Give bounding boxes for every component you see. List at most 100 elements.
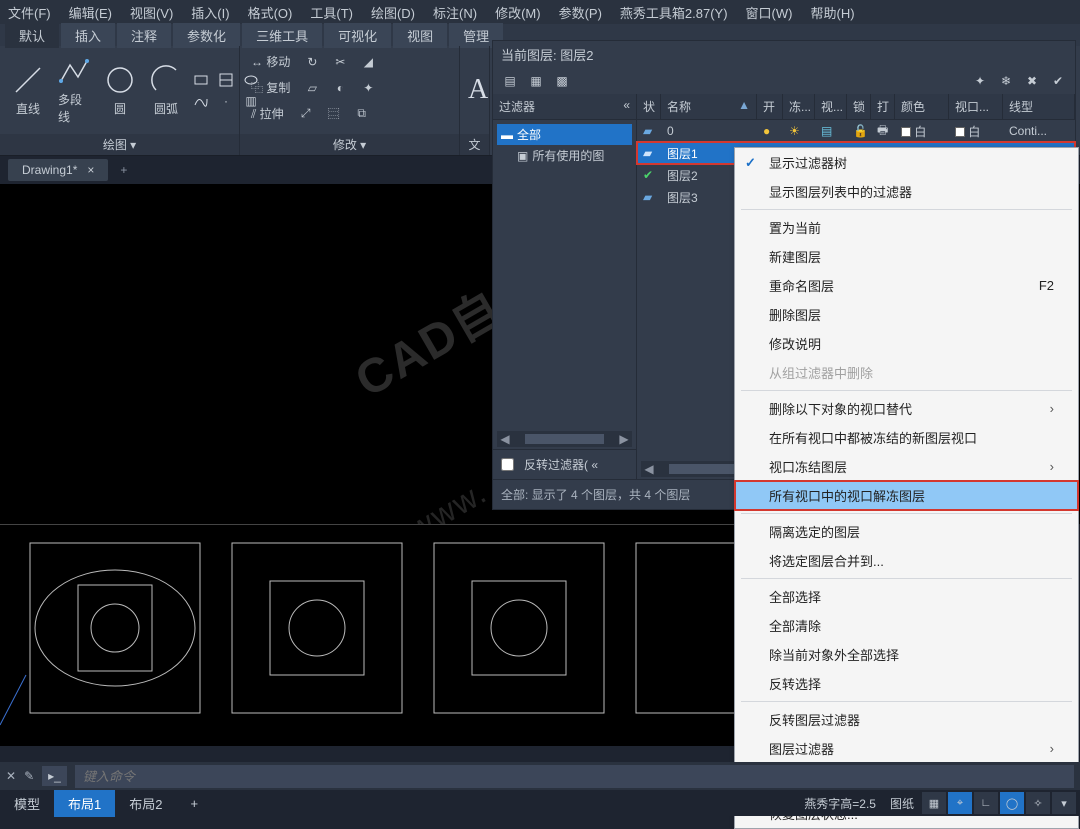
new-group-filter-icon[interactable]: ▦ bbox=[527, 72, 545, 90]
unlock-icon[interactable]: 🔓 bbox=[853, 124, 868, 138]
filter-hscroll[interactable]: ◀▶ bbox=[497, 431, 632, 447]
status-snap-icon[interactable]: ⌖ bbox=[948, 792, 972, 814]
layer-row-0[interactable]: ▰ 0 ● ☀ ▤ 🔓 🖶 白 白 Conti... bbox=[637, 120, 1075, 142]
mi-delete-layer[interactable]: 删除图层 bbox=[735, 300, 1078, 329]
ribbon-tab-visualize[interactable]: 可视化 bbox=[324, 23, 391, 48]
fillet-icon[interactable]: ◐ bbox=[331, 79, 349, 97]
tool-arc[interactable]: 圆弧 bbox=[146, 60, 186, 121]
tool-rectangle-icon[interactable] bbox=[192, 71, 210, 89]
filter-collapse-icon[interactable]: « bbox=[623, 98, 630, 115]
scale-icon[interactable]: ⤢ bbox=[297, 105, 315, 123]
plot-icon[interactable]: 🖶 bbox=[877, 123, 888, 137]
tool-spline-icon[interactable] bbox=[192, 92, 210, 110]
menu-parametric[interactable]: 参数(P) bbox=[559, 3, 602, 22]
panel-annotation-title[interactable]: 文 bbox=[460, 134, 489, 155]
col-freeze[interactable]: 冻... bbox=[783, 94, 815, 119]
ribbon-tab-view[interactable]: 视图 bbox=[393, 23, 447, 48]
mi-isolate[interactable]: 隔离选定的图层 bbox=[735, 517, 1078, 546]
tool-copy[interactable]: ⿻ 复制 bbox=[248, 76, 293, 99]
set-current-icon[interactable]: ✔ bbox=[1049, 72, 1067, 90]
paperspace-viewport[interactable] bbox=[0, 524, 740, 746]
vp-thaw-icon[interactable]: ▤ bbox=[821, 124, 832, 138]
filter-tree-all[interactable]: ▬ 全部 bbox=[497, 124, 632, 145]
array-icon[interactable]: ⿳ bbox=[325, 105, 343, 123]
mirror-icon[interactable]: ▱ bbox=[303, 79, 321, 97]
doc-tab-add[interactable]: + bbox=[114, 163, 133, 177]
new-layer-icon[interactable]: ✦ bbox=[971, 72, 989, 90]
color-swatch[interactable] bbox=[901, 127, 911, 137]
tab-layout1[interactable]: 布局1 bbox=[54, 790, 115, 817]
close-icon[interactable]: ✕ bbox=[6, 769, 16, 783]
status-osnap-icon[interactable]: ✧ bbox=[1026, 792, 1050, 814]
tool-circle[interactable]: 圆 bbox=[100, 60, 140, 121]
status-polar-icon[interactable]: ◯ bbox=[1000, 792, 1024, 814]
command-input[interactable] bbox=[75, 765, 1074, 788]
col-name[interactable]: 名称 ▲ bbox=[661, 94, 757, 119]
tool-line[interactable]: 直线 bbox=[8, 60, 48, 121]
rotate-icon[interactable]: ↻ bbox=[303, 53, 321, 71]
mi-merge[interactable]: 将选定图层合并到... bbox=[735, 546, 1078, 575]
doc-tab-drawing1[interactable]: Drawing1* × bbox=[8, 159, 108, 181]
col-vpcolor[interactable]: 视口... bbox=[949, 94, 1003, 119]
mi-vp-freeze[interactable]: 视口冻结图层› bbox=[735, 452, 1078, 481]
annotation-text-icon[interactable]: A bbox=[468, 74, 488, 106]
ribbon-tab-3d[interactable]: 三维工具 bbox=[242, 23, 322, 48]
tool-polyline[interactable]: 多段线 bbox=[54, 51, 94, 129]
status-dyn-icon[interactable]: ▾ bbox=[1052, 792, 1076, 814]
ribbon-tab-insert[interactable]: 插入 bbox=[61, 23, 115, 48]
menu-help[interactable]: 帮助(H) bbox=[810, 3, 854, 22]
panel-modify-title[interactable]: 修改 ▾ bbox=[240, 134, 459, 155]
mi-clear-all[interactable]: 全部清除 bbox=[735, 611, 1078, 640]
status-grid-icon[interactable]: ▦ bbox=[922, 792, 946, 814]
layer-states-icon[interactable]: ▩ bbox=[553, 72, 571, 90]
menu-format[interactable]: 格式(O) bbox=[248, 3, 293, 22]
trim-icon[interactable]: ✂ bbox=[331, 53, 349, 71]
menu-tools[interactable]: 工具(T) bbox=[310, 3, 353, 22]
mi-delete-vp-overrides[interactable]: 删除以下对象的视口替代› bbox=[735, 394, 1078, 423]
col-color[interactable]: 颜色 bbox=[895, 94, 949, 119]
ribbon-tab-parametric[interactable]: 参数化 bbox=[173, 23, 240, 48]
mi-layer-filters[interactable]: 图层过滤器› bbox=[735, 734, 1078, 763]
tool-point-icon[interactable]: · bbox=[217, 92, 235, 110]
mi-rename-layer[interactable]: 重命名图层F2 bbox=[735, 271, 1078, 300]
panel-draw-title[interactable]: 绘图 ▾ bbox=[0, 134, 239, 155]
mi-show-filter-tree[interactable]: 显示过滤器树 bbox=[735, 148, 1078, 177]
tool-stretch[interactable]: ⫽ 拉伸 bbox=[248, 102, 287, 125]
menu-edit[interactable]: 编辑(E) bbox=[69, 3, 112, 22]
col-linetype[interactable]: 线型 bbox=[1003, 94, 1075, 119]
tab-add[interactable]: + bbox=[176, 792, 212, 815]
new-filter-icon[interactable]: ▤ bbox=[501, 72, 519, 90]
col-vp[interactable]: 视... bbox=[815, 94, 847, 119]
ribbon-tab-annotate[interactable]: 注释 bbox=[117, 23, 171, 48]
tool-hatch-icon[interactable] bbox=[217, 71, 235, 89]
ribbon-tab-default[interactable]: 默认 bbox=[5, 23, 59, 48]
menu-modify[interactable]: 修改(M) bbox=[495, 3, 541, 22]
mi-new-frozen-vp[interactable]: 在所有视口中都被冻结的新图层视口 bbox=[735, 423, 1078, 452]
bulb-on-icon[interactable]: ● bbox=[763, 124, 770, 138]
invert-filter-checkbox[interactable] bbox=[501, 458, 514, 471]
status-ortho-icon[interactable]: ∟ bbox=[974, 792, 998, 814]
offset-icon[interactable]: ⧉ bbox=[353, 105, 371, 123]
sun-icon[interactable]: ☀ bbox=[789, 124, 800, 138]
freeze-layer-icon[interactable]: ❄ bbox=[997, 72, 1015, 90]
tool-move[interactable]: ↔ 移动 bbox=[248, 50, 293, 73]
col-on[interactable]: 开 bbox=[757, 94, 783, 119]
menu-draw[interactable]: 绘图(D) bbox=[371, 3, 415, 22]
filter-tree-used[interactable]: ▣ 所有使用的图 bbox=[497, 145, 632, 166]
menu-file[interactable]: 文件(F) bbox=[8, 3, 51, 22]
col-plot[interactable]: 打 bbox=[871, 94, 895, 119]
tab-layout2[interactable]: 布局2 bbox=[115, 790, 176, 817]
close-icon[interactable]: × bbox=[87, 163, 94, 177]
explode-icon[interactable]: ✦ bbox=[359, 79, 377, 97]
menu-insert[interactable]: 插入(I) bbox=[191, 3, 229, 22]
col-status[interactable]: 状 bbox=[637, 94, 661, 119]
status-paperspace[interactable]: 图纸 bbox=[884, 795, 920, 812]
mi-show-filters-in-list[interactable]: 显示图层列表中的过滤器 bbox=[735, 177, 1078, 206]
mi-invert-layer-filter[interactable]: 反转图层过滤器 bbox=[735, 705, 1078, 734]
tab-model[interactable]: 模型 bbox=[0, 790, 54, 817]
menu-dimension[interactable]: 标注(N) bbox=[433, 3, 477, 22]
customize-icon[interactable]: ✎ bbox=[24, 769, 34, 783]
mi-change-desc[interactable]: 修改说明 bbox=[735, 329, 1078, 358]
mi-select-all[interactable]: 全部选择 bbox=[735, 582, 1078, 611]
delete-layer-icon[interactable]: ✖ bbox=[1023, 72, 1041, 90]
